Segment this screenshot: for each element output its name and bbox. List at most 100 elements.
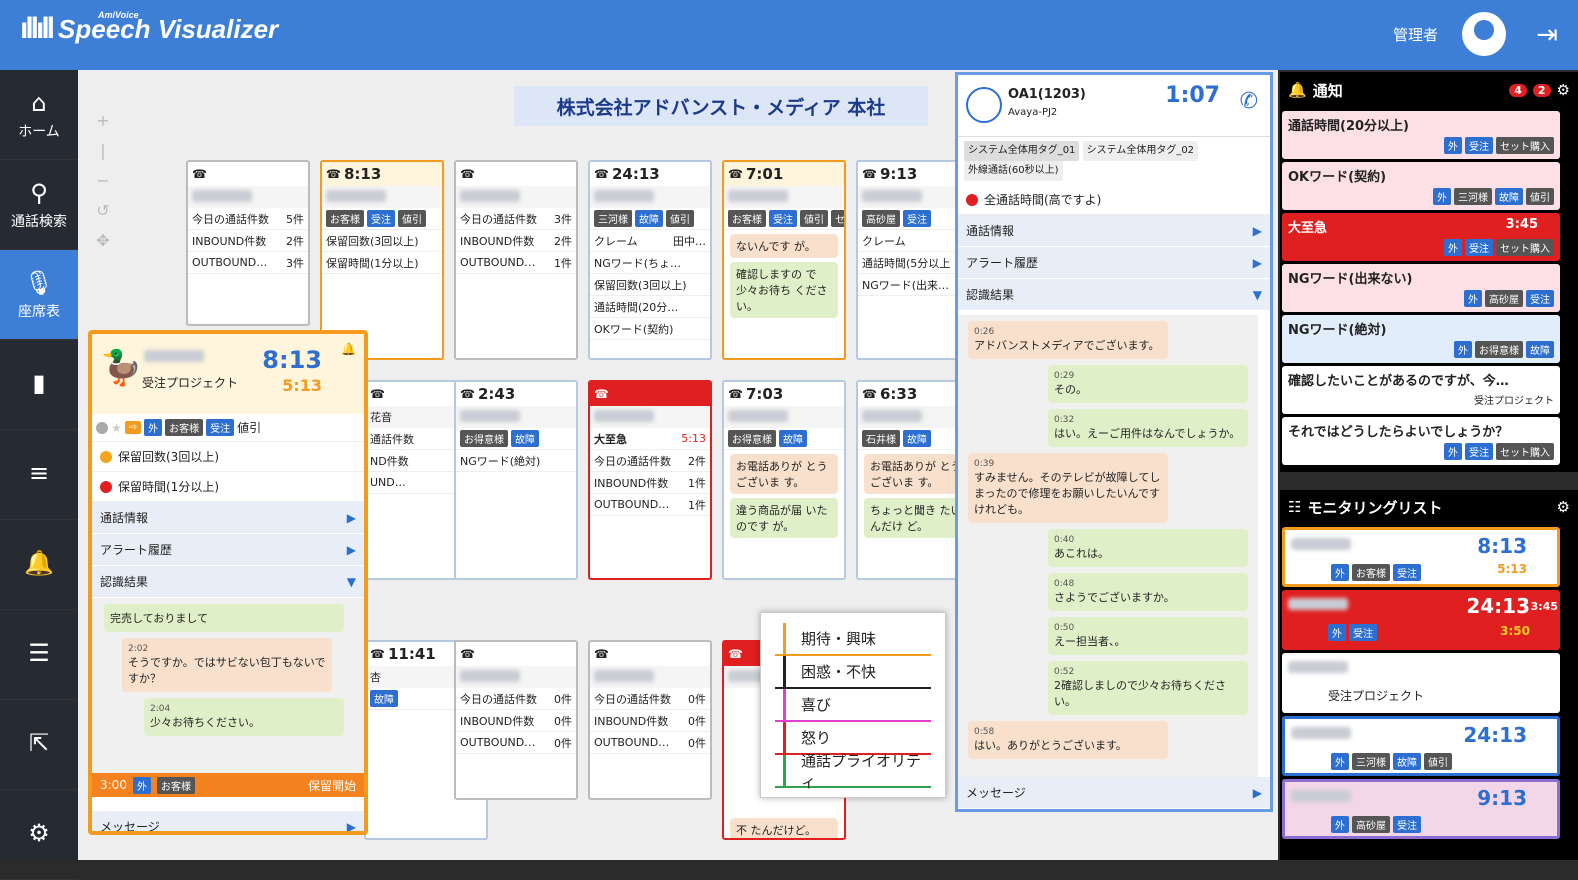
tag-row: お得意様 故障 xyxy=(724,428,844,450)
alert-row[interactable]: 保留時間(1分以上) xyxy=(92,472,364,502)
notification-item[interactable]: NGワード(出来ない) 外高砂屋 受注 xyxy=(1282,264,1560,312)
sidebar-item-gear[interactable]: ⚙ xyxy=(0,790,78,880)
agent-group: Avaya-PJ2 xyxy=(1008,107,1058,118)
sidebar-item-export[interactable]: ⇱ xyxy=(0,700,78,790)
call-time: 24:13 xyxy=(611,165,660,183)
seat-card[interactable]: ☎ 今日の通話件数 0件 INBOUND件数 0件 OUTBOUND… 0件 xyxy=(454,640,578,800)
agent-name-redacted xyxy=(594,410,654,422)
agent-name-redacted xyxy=(460,670,520,682)
sidebar-item-list[interactable]: ☰ xyxy=(0,610,78,700)
tag: 受注 xyxy=(1349,624,1377,641)
stat-label: OUTBOUND… xyxy=(460,736,536,749)
warning-icon xyxy=(100,450,112,463)
message-time: 0:40 xyxy=(1054,535,1075,545)
tag-row: お客様 受注 値引 xyxy=(322,208,442,230)
phone-icon: ☎ xyxy=(862,167,877,181)
tag: 外 xyxy=(1454,341,1472,358)
stat-row: 今日の通話件数 0件 xyxy=(590,688,710,710)
zoom-slider[interactable]: | xyxy=(92,136,114,166)
chat-message-text: さようでございますか。 xyxy=(1054,591,1175,604)
seat-card[interactable]: ☎ 今日の通話件数 0件 INBOUND件数 0件 OUTBOUND… 0件 xyxy=(588,640,712,800)
undo-icon[interactable]: ↺ xyxy=(92,196,114,226)
move-icon[interactable]: ✥ xyxy=(92,226,114,256)
section-call-info[interactable]: 通話情報 ▶ xyxy=(92,502,364,534)
section-alert-history[interactable]: アラート履歴 ▶ xyxy=(92,534,364,566)
sidebar-item-audio-balance[interactable]: ≡ xyxy=(0,430,78,520)
stat-row: 保留回数(3回以上) xyxy=(322,230,442,252)
stat-value: 田中… xyxy=(673,234,706,248)
chat-message: 完売しておりまして xyxy=(104,604,344,632)
stat-label: 保留回数(3回以上) xyxy=(594,278,687,292)
agent-name-redacted xyxy=(1291,726,1351,739)
stat-row: 保留回数(3回以上) xyxy=(590,274,710,296)
hold-bar: 3:00 外 お客様 保留開始 xyxy=(92,773,364,797)
seat-card[interactable]: ☎ 今日の通話件数 5件 INBOUND件数 2件 OUTBOUND… 3件 xyxy=(186,160,310,326)
monitor-item[interactable]: 24:13 3:45 3:50 外受注 xyxy=(1282,590,1560,650)
alert-row[interactable]: 全通話時間(高ですよ) xyxy=(958,185,1270,215)
tag: 高砂屋 xyxy=(862,210,900,227)
section-recognition[interactable]: 認識結果 ▼ xyxy=(958,279,1270,311)
alert-label: 大至急 xyxy=(594,432,627,446)
stat-label: INBOUND件数 xyxy=(460,714,535,728)
chat-bubble: 違う商品が届 いたのです が。 xyxy=(730,498,838,538)
monitor-item[interactable]: 9:13 外高砂屋 受注 xyxy=(1282,779,1560,839)
message-section[interactable]: メッセージ ▶ xyxy=(92,811,364,831)
star-icon[interactable]: ★ xyxy=(111,421,122,435)
stat-value: 0件 xyxy=(688,692,706,706)
notification-item[interactable]: NGワード(絶対) 外お得意様 故障 xyxy=(1282,315,1560,363)
phone-icon[interactable]: ✆ xyxy=(1240,89,1258,114)
agent-name xyxy=(456,406,576,428)
notification-item[interactable]: OKワード(契約) 外三河様 故障 値引 xyxy=(1282,162,1560,210)
call-detail-panel[interactable]: OA1(1203) Avaya-PJ2 1:07 ✆ システム全体用タグ_01 … xyxy=(955,72,1273,812)
zoom-out-icon[interactable]: − xyxy=(92,166,114,196)
call-time: 11:41 xyxy=(387,645,436,663)
sidebar-item-home[interactable]: ⌂ ホーム xyxy=(0,70,78,160)
notification-item[interactable]: 通話時間(20分以上) 外受注 セット購入 xyxy=(1282,111,1560,159)
notification-time: 3:45 xyxy=(1505,217,1538,232)
zoom-in-icon[interactable]: + xyxy=(92,106,114,136)
seat-card[interactable]: ☎ 2:43 お得意様 故障 NGワード(絶対) xyxy=(454,380,578,580)
notification-item[interactable]: 大至急 3:45 外受注 セット購入 xyxy=(1282,213,1560,261)
avatar[interactable] xyxy=(1462,12,1506,56)
sidebar-item-search[interactable]: ⚲ 通話検索 xyxy=(0,160,78,250)
tag-row: 外高砂屋 受注 xyxy=(1288,290,1554,307)
section-recognition[interactable]: 認識結果 ▼ xyxy=(92,566,364,598)
sidebar-item-chart[interactable]: ▮ xyxy=(0,340,78,430)
stat-row: INBOUND件数 0件 xyxy=(590,710,710,732)
hold-status: 保留開始 xyxy=(307,778,356,793)
stat-label: 通話件数 xyxy=(370,432,414,446)
monitor-item[interactable]: 8:13 5:13 外お客様 受注 xyxy=(1282,527,1560,587)
alert-row[interactable]: 保留回数(3回以上) xyxy=(92,442,364,472)
seat-card-header: ☎ 24:13 xyxy=(590,162,710,186)
monitor-item[interactable]: 24:13 外三河様 故障 値引 xyxy=(1282,716,1560,776)
sidebar-item-bell[interactable]: 🔔 xyxy=(0,520,78,610)
seat-card[interactable]: ☎7:01 お客様受注値引セット購入大量購入ないんです が。確認しますの で少々お… xyxy=(722,160,846,360)
section-alert-history[interactable]: アラート履歴 ▶ xyxy=(958,247,1270,279)
seat-card[interactable]: ☎ 7:03 お得意様 故障 お電話ありが とうございま す。 違う商品が届 いたのです … xyxy=(722,380,846,580)
logout-icon[interactable]: ⇥ xyxy=(1536,20,1558,50)
sidebar-item-mic[interactable]: 🎙 座席表 xyxy=(0,250,78,340)
seat-card[interactable]: ☎ 大至急 5:13 今日の通話件数 2件 INBOUND件数 1件 OUTBOUND… 1件 xyxy=(588,380,712,580)
tag: 値引 xyxy=(800,210,828,227)
notification-item[interactable]: 確認したいことがあるのですが、今… 受注プロジェクト xyxy=(1282,366,1560,414)
agent-popup[interactable]: 🦆 受注プロジェクト 8:13 5:13 🔔 ★ ⇨ 外 お客様 受注 値引 保… xyxy=(88,330,368,835)
tag: 外 xyxy=(1328,624,1346,641)
seat-card[interactable]: ☎ 今日の通話件数 3件 INBOUND件数 2件 OUTBOUND… 1件 xyxy=(454,160,578,360)
tag: 外線通話(60秒以上) xyxy=(964,161,1063,181)
user-name[interactable]: 管理者 xyxy=(1393,24,1438,45)
chat-bubble: ないんです が。 xyxy=(730,234,838,258)
tag-row: 三河様 故障 値引 xyxy=(590,208,710,230)
agent-name-redacted xyxy=(1291,537,1351,550)
agent-name-redacted xyxy=(594,190,654,202)
seat-card[interactable]: ☎ 24:13 三河様 故障 値引 クレーム 田中… NGワード(ちょ… 保留回数(3回以上) 通… xyxy=(588,160,712,360)
message-section[interactable]: メッセージ ▶ xyxy=(958,777,1270,809)
gear-icon[interactable]: ⚙ xyxy=(1557,498,1570,516)
page-title: 株式会社アドバンスト・メディア 本社 xyxy=(514,86,928,126)
duck-avatar-icon: 🦆 xyxy=(100,348,143,388)
notification-item[interactable]: それではどうしたらよいでしょうか？ 外受注 セット購入 xyxy=(1282,417,1560,465)
gear-icon[interactable]: ⚙ xyxy=(1557,81,1570,99)
monitor-item[interactable]: 受注プロジェクト xyxy=(1282,653,1560,713)
bell-icon[interactable]: 🔔 xyxy=(341,342,356,356)
notification-title: それではどうしたらよいでしょうか？ xyxy=(1288,425,1509,440)
section-call-info[interactable]: 通話情報 ▶ xyxy=(958,215,1270,247)
